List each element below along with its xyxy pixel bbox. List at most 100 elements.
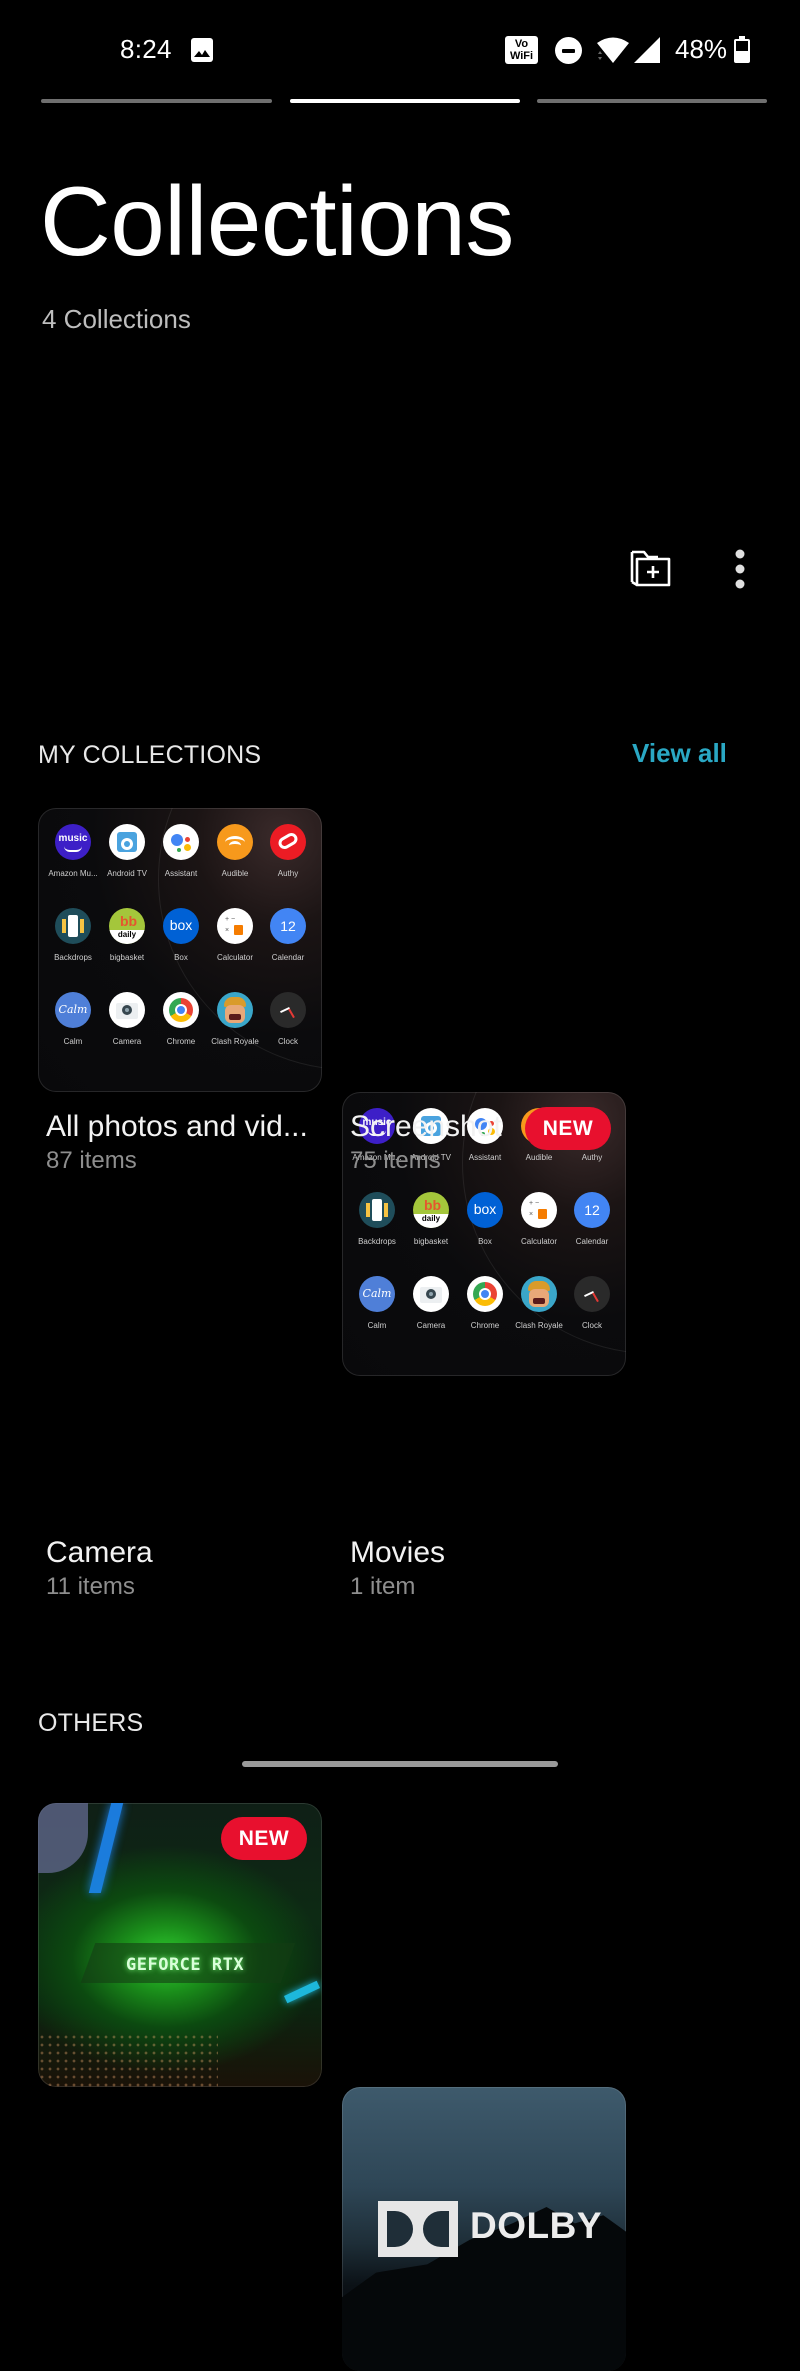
new-badge: NEW [525, 1107, 611, 1150]
thumbnail-app-label: bigbasket [413, 1237, 449, 1246]
thumbnail-app: Backdrops [43, 908, 103, 962]
more-options-button[interactable] [726, 545, 754, 595]
thumbnail-app-label: Chrome [166, 1037, 196, 1046]
thumbnail-app-label: Camera [416, 1321, 446, 1330]
thumbnail-app: + − × Calculator [205, 908, 265, 962]
thumbnail-app: Clock [258, 992, 318, 1046]
thumb-geforce-text: GEFORCE RTX [126, 1955, 245, 1975]
bigbasket-app-icon: bb daily [109, 908, 145, 944]
collection-count: 75 items [350, 1147, 441, 1174]
status-time: 8:24 [120, 34, 172, 64]
calendar-app-icon: 12 [574, 1192, 610, 1228]
home-indicator[interactable] [242, 1761, 558, 1767]
assistant-app-icon [163, 824, 199, 860]
collection-card-movies[interactable]: DOLBY [342, 2087, 626, 2371]
collections-count: 4 Collections [42, 304, 191, 334]
view-all-link[interactable]: View all [632, 738, 727, 769]
thumbnail-app: Clash Royale [205, 992, 265, 1046]
thumbnail-app: + − × Calculator [509, 1192, 569, 1246]
thumbnail-app: box Box [151, 908, 211, 962]
thumbnail-app-label: Clash Royale [211, 1037, 259, 1046]
thumb-cyan-light [283, 1980, 321, 2004]
thumbnail-app-label: Clock [277, 1037, 298, 1046]
calculator-app-icon: + − × [521, 1192, 557, 1228]
amazon-mu-app-icon: music [55, 824, 91, 860]
collection-card-all-photos[interactable]: music Amazon Mu... Android TV Assistant Audi… [38, 808, 322, 1092]
thumbnail-app: Authy [258, 824, 318, 878]
chrome-app-icon [163, 992, 199, 1028]
thumbnail-app-label: Authy [581, 1153, 603, 1162]
thumbnail-app-label: bigbasket [109, 953, 145, 962]
thumbnail-app: Backdrops [347, 1192, 407, 1246]
thumb-dolby-text: DOLBY [470, 2205, 602, 2246]
backdrops-app-icon [55, 908, 91, 944]
cell-signal-icon [632, 36, 662, 69]
thumb-mesh [38, 2033, 218, 2087]
collection-name[interactable]: Movies [350, 1536, 445, 1570]
thumbnail-app-label: Assistant [468, 1153, 502, 1162]
new-collection-button[interactable] [628, 546, 676, 592]
clash-royale-app-icon [521, 1276, 557, 1312]
my-collections-heading: MY COLLECTIONS [38, 741, 262, 769]
collection-name[interactable]: All photos and vid... [46, 1110, 308, 1144]
vowifi-icon: Vo WiFi [505, 36, 538, 64]
calm-app-icon: Calm [359, 1276, 395, 1312]
others-heading: OTHERS [38, 1709, 144, 1737]
collection-count: 11 items [46, 1573, 135, 1600]
thumbnail-app: Calm Calm [347, 1276, 407, 1330]
android-tv-app-icon [109, 824, 145, 860]
box-app-icon: box [163, 908, 199, 944]
more-vert-icon [735, 549, 745, 589]
collection-name[interactable]: Camera [46, 1536, 153, 1570]
collection-count: 87 items [46, 1147, 137, 1174]
calm-app-icon: Calm [55, 992, 91, 1028]
thumbnail-app-label: Calendar [575, 1237, 609, 1246]
new-badge: NEW [221, 1817, 307, 1860]
page-title: Collections [40, 166, 514, 276]
thumbnail-app: Clock [562, 1276, 622, 1330]
chrome-app-icon [467, 1276, 503, 1312]
battery-icon [733, 36, 751, 64]
progress-segment-3 [537, 99, 767, 103]
thumbnail-app-label: Backdrops [54, 953, 92, 962]
camera-app-icon [109, 992, 145, 1028]
collection-card-camera[interactable]: GEFORCE RTX NEW [38, 1803, 322, 2087]
thumbnail-app-label: Calm [63, 1037, 83, 1046]
wifi-icon [596, 36, 630, 69]
thumbnail-app-label: Box [478, 1237, 492, 1246]
collection-name[interactable]: Screenshot [350, 1110, 502, 1144]
folder-add-icon [630, 550, 671, 587]
thumbnail-app: Camera [97, 992, 157, 1046]
thumbnail-app-label: Assistant [164, 869, 198, 878]
thumbnail-app: bb daily bigbasket [401, 1192, 461, 1246]
thumb-fan [38, 1803, 88, 1873]
vowifi-top-text: Vo [514, 38, 529, 50]
battery-percent: 48% [675, 34, 728, 64]
thumbnail-app-label: Clash Royale [515, 1321, 563, 1330]
thumbnail-app: box Box [455, 1192, 515, 1246]
do-not-disturb-icon [555, 37, 582, 64]
thumbnail-app: 12 Calendar [258, 908, 318, 962]
backdrops-app-icon [359, 1192, 395, 1228]
thumbnail-app: 12 Calendar [562, 1192, 622, 1246]
clash-royale-app-icon [217, 992, 253, 1028]
thumbnail-app-label: Calm [367, 1321, 387, 1330]
calendar-app-icon: 12 [270, 908, 306, 944]
camera-app-icon [413, 1276, 449, 1312]
clock-app-icon [574, 1276, 610, 1312]
clock-app-icon [270, 992, 306, 1028]
authy-app-icon [270, 824, 306, 860]
audible-app-icon [217, 824, 253, 860]
thumbnail-app-label: Authy [277, 869, 299, 878]
bigbasket-app-icon: bb daily [413, 1192, 449, 1228]
thumbnail-app: Clash Royale [509, 1276, 569, 1330]
thumbnail-app: Android TV [97, 824, 157, 878]
thumbnail-app-label: Calculator [520, 1237, 557, 1246]
thumbnail-app-label: Backdrops [358, 1237, 396, 1246]
thumb-blue-light [88, 1803, 124, 1893]
progress-segment-1 [41, 99, 272, 103]
thumbnail-app-label: Box [174, 953, 188, 962]
thumbnail-app: Camera [401, 1276, 461, 1330]
thumbnail-app: Audible [205, 824, 265, 878]
thumbnail-app-label: Chrome [470, 1321, 500, 1330]
